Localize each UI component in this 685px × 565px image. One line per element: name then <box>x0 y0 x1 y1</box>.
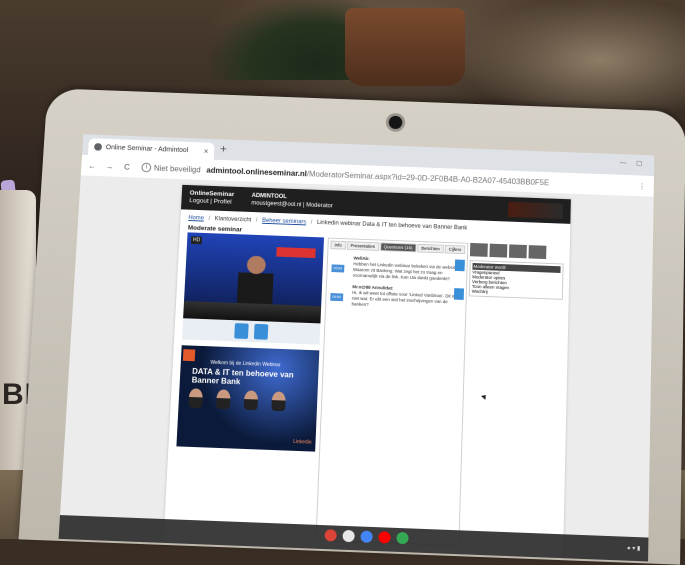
message-time: 09:50 <box>330 293 344 302</box>
studio-sign <box>276 247 316 259</box>
url-path: /ModeratorSeminar.aspx?id=29-0D-2F0B4B-A… <box>306 169 550 187</box>
docs-icon[interactable] <box>360 530 373 543</box>
admintool-app: OnlineSeminar Logout | Profiel ADMINTOOL… <box>163 184 571 559</box>
live-video[interactable]: HD <box>183 232 325 324</box>
breadcrumb-seminars[interactable]: Beheer seminars <box>262 218 306 225</box>
breadcrumb-overview[interactable]: Klantoverzicht <box>215 216 252 223</box>
plant-pot <box>345 8 465 86</box>
speaker-photo <box>271 391 286 412</box>
tab-questions[interactable]: Questions (16) <box>379 242 417 253</box>
forward-button[interactable]: → <box>102 162 116 171</box>
webcam <box>388 115 403 130</box>
breadcrumb-separator: / <box>310 219 313 226</box>
message-text: Hebben het Linkedin webinar bekeken via … <box>352 261 459 282</box>
breadcrumb-separator: / <box>208 216 211 222</box>
presentation-slide: Welkom bij de Linkedin Webinar DATA & IT… <box>176 345 320 452</box>
tab-presentaties[interactable]: Presentaties <box>346 241 380 251</box>
tab-close-icon[interactable]: × <box>204 147 209 156</box>
mute-button-2[interactable] <box>253 323 269 340</box>
moderator-sidebar: Moderator wordt Vragenpaneel Moderator o… <box>467 242 564 362</box>
header-logo <box>508 201 563 219</box>
questions-panel: Info Presentaties Questions (16) Bericht… <box>315 237 469 547</box>
slide-title: DATA & IT ten behoeve van Banner Bank <box>191 366 294 387</box>
url-host: admintool.onlineseminar.nl <box>206 165 308 178</box>
brand-links[interactable]: Logout | Profiel <box>189 197 234 206</box>
breadcrumb-home[interactable]: Home <box>188 215 204 221</box>
favicon-icon <box>93 143 103 151</box>
chrome-icon[interactable] <box>324 529 337 542</box>
panel-tabs: Info Presentaties Questions (16) Bericht… <box>328 239 467 257</box>
sidebar-icons <box>469 242 564 260</box>
laptop-screen: Online Seminar - Admintool × + — ▢ ← → C… <box>58 134 655 562</box>
admintool-info: ADMINTOOL moustgeest@ool.nl | Moderator <box>251 192 333 210</box>
info-icon[interactable]: i <box>141 162 152 173</box>
gmail-icon[interactable] <box>342 529 355 543</box>
speaker-photo <box>243 390 259 411</box>
menu-icon[interactable]: ⋮ <box>638 182 646 191</box>
brand: OnlineSeminar Logout | Profiel <box>189 190 234 207</box>
laptop: Online Seminar - Admintool × + — ▢ ← → C… <box>18 88 685 565</box>
stage-column: HD Welkom bij de Linkedin Webinar DATA &… <box>175 232 325 469</box>
tab-berichten[interactable]: Berichten <box>417 243 444 254</box>
play-store-icon[interactable] <box>396 531 409 545</box>
breadcrumb-separator: / <box>255 217 258 224</box>
settings-icon[interactable] <box>508 244 527 259</box>
new-tab-button[interactable]: + <box>220 142 227 155</box>
youtube-icon[interactable] <box>378 531 391 544</box>
message-text: Hi, ik wil weet tot offsite voor 'Linked… <box>351 290 456 307</box>
chart-icon[interactable] <box>489 243 508 258</box>
tab-info[interactable]: Info <box>330 240 346 250</box>
speaker-photo <box>188 388 204 409</box>
back-button[interactable]: ← <box>85 161 99 170</box>
app-dock <box>324 529 409 545</box>
slide-logo <box>182 349 196 362</box>
web-page: OnlineSeminar Logout | Profiel ADMINTOOL… <box>58 175 654 562</box>
speaker-photo <box>215 389 231 410</box>
stats-icon[interactable] <box>528 245 547 260</box>
slide-brand: Linkedin <box>292 439 312 446</box>
reply-button[interactable] <box>453 288 465 300</box>
reload-button[interactable]: C <box>120 162 134 171</box>
list-item[interactable]: 09:50 Mr.o@88 Annulidat: Hi, ik wil weet… <box>330 284 465 311</box>
video-quality-badge: HD <box>190 236 203 245</box>
users-icon[interactable] <box>469 242 488 257</box>
window-controls[interactable]: — ▢ <box>620 159 647 168</box>
list-item[interactable]: 09:54 WellAb: Hebben het Linkedin webina… <box>331 256 465 283</box>
moderator-box: Moderator wordt Vragenpaneel Moderator o… <box>468 260 564 300</box>
system-tray[interactable]: ● ▾ ▮ <box>627 545 640 552</box>
tab-cijfers[interactable]: Cijfers <box>444 244 466 255</box>
tab-title: Online Seminar - Admintool <box>105 143 189 154</box>
speaker-photos <box>188 388 286 412</box>
reply-button[interactable] <box>454 259 465 272</box>
security-label: Niet beveiligd <box>153 163 201 174</box>
user-line: moustgeest@ool.nl | Moderator <box>251 200 333 210</box>
message-time: 09:54 <box>331 264 345 273</box>
mute-button[interactable] <box>234 323 249 340</box>
